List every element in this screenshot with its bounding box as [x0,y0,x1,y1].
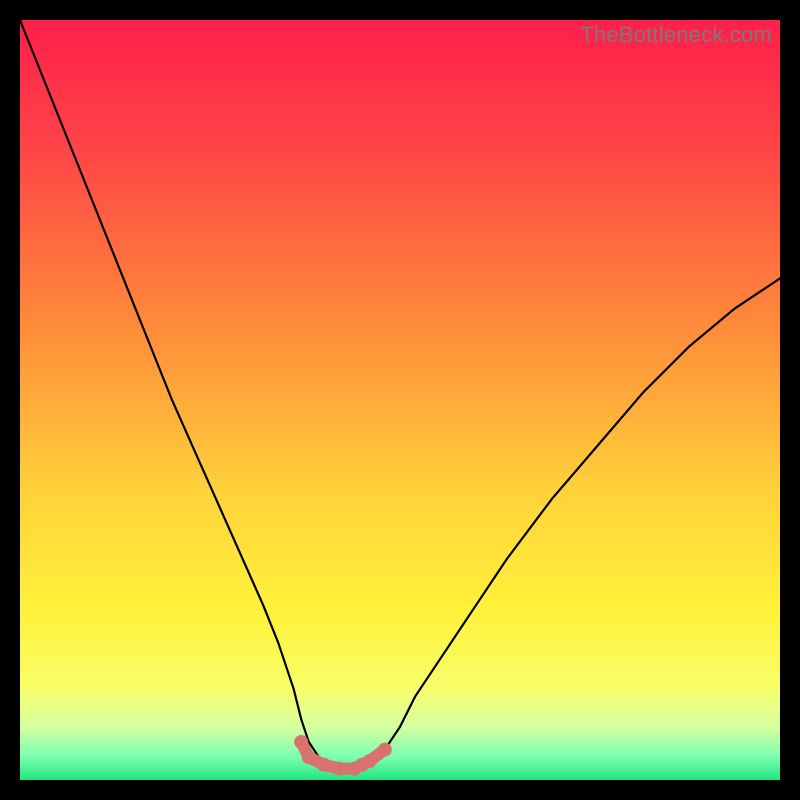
watermark-text: TheBottleneck.com [580,22,772,48]
optimal-marker [363,754,377,768]
gradient-background [20,20,780,780]
optimal-marker [317,758,331,772]
bottleneck-chart [20,20,780,780]
chart-frame: TheBottleneck.com [20,20,780,780]
optimal-marker [332,762,346,776]
optimal-marker [378,743,392,757]
optimal-marker [302,750,316,764]
optimal-marker [294,735,308,749]
